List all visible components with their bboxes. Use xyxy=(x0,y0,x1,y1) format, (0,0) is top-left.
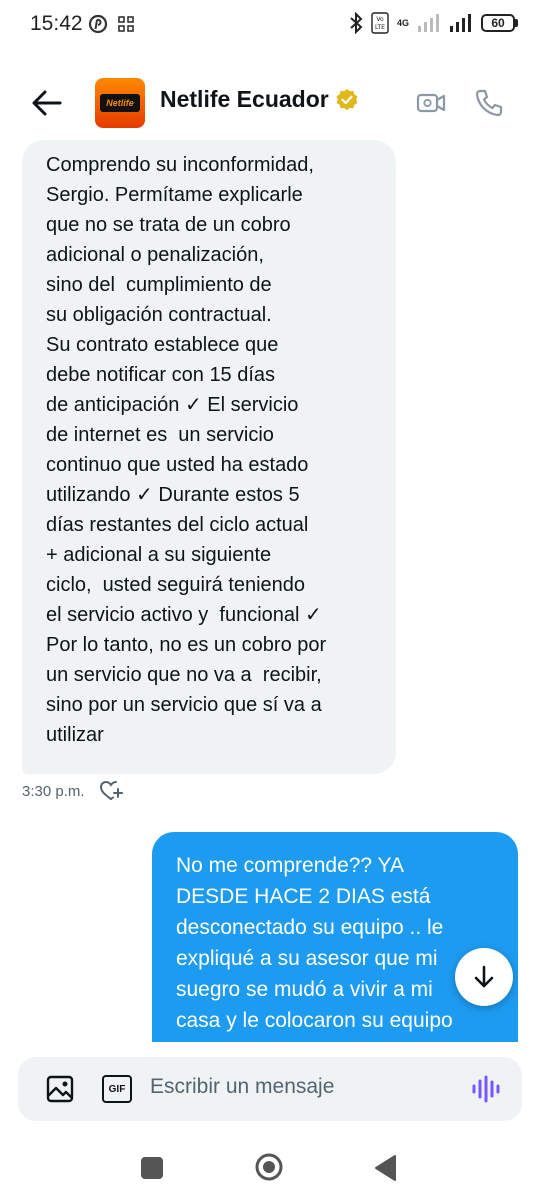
phone-call-icon[interactable] xyxy=(474,88,504,118)
scroll-to-bottom-button[interactable] xyxy=(455,948,513,1006)
gif-label: GIF xyxy=(108,1083,126,1095)
contact-name-row[interactable]: Netlife Ecuador xyxy=(160,86,359,113)
message-input[interactable]: Escribir un mensaje xyxy=(150,1075,334,1099)
outgoing-message-bubble[interactable]: No me comprende?? YA DESDE HACE 2 DIAS e… xyxy=(152,832,518,1052)
system-navigation-bar xyxy=(0,1140,540,1200)
add-reaction-heart-icon[interactable] xyxy=(99,780,123,802)
svg-text:Vo: Vo xyxy=(376,16,384,23)
message-timestamp: 3:30 p.m. xyxy=(22,782,85,800)
battery-icon: 60 xyxy=(481,14,518,32)
back-arrow-icon[interactable] xyxy=(30,88,64,118)
video-call-icon[interactable] xyxy=(416,90,446,116)
incoming-message-bubble[interactable]: Comprendo su inconformidad, Sergio. Perm… xyxy=(22,140,396,774)
volte-icon: VoLTE xyxy=(371,12,389,34)
grid-dots-icon xyxy=(118,16,134,32)
arrow-down-icon xyxy=(474,965,494,988)
signal-icon-2 xyxy=(450,14,471,32)
signal-icon-1 xyxy=(418,14,439,32)
incoming-message-text: Comprendo su inconformidad, Sergio. Perm… xyxy=(46,154,327,746)
nav-back-button[interactable] xyxy=(373,1154,397,1182)
avatar-logo: Netlife xyxy=(100,94,140,112)
conversation-header: Netlife Netlife Ecuador xyxy=(0,68,540,138)
message-meta: 3:30 p.m. xyxy=(22,780,123,802)
outgoing-message-text: No me comprende?? YA DESDE HACE 2 DIAS e… xyxy=(176,854,453,1052)
home-button[interactable] xyxy=(254,1152,284,1182)
image-icon[interactable] xyxy=(46,1075,74,1103)
svg-text:LTE: LTE xyxy=(375,24,385,31)
gif-button[interactable]: GIF xyxy=(102,1075,132,1103)
notification-icons xyxy=(88,14,134,34)
status-time: 15:42 xyxy=(30,12,83,35)
status-bar: 15:42 Vo LTE 4G 60 xyxy=(0,0,540,52)
network-type: 4G xyxy=(396,18,409,28)
contact-name: Netlife Ecuador xyxy=(160,86,329,112)
message-composer: GIF Escribir un mensaje xyxy=(18,1057,522,1121)
verified-badge-icon xyxy=(336,88,358,110)
battery-level: 60 xyxy=(481,14,515,32)
bluetooth-icon xyxy=(350,12,363,34)
avatar[interactable]: Netlife xyxy=(95,78,145,128)
voice-message-icon[interactable] xyxy=(470,1073,502,1105)
system-status: Vo LTE 4G 60 xyxy=(349,12,518,34)
recents-button[interactable] xyxy=(141,1157,163,1179)
pinterest-icon xyxy=(88,14,108,34)
